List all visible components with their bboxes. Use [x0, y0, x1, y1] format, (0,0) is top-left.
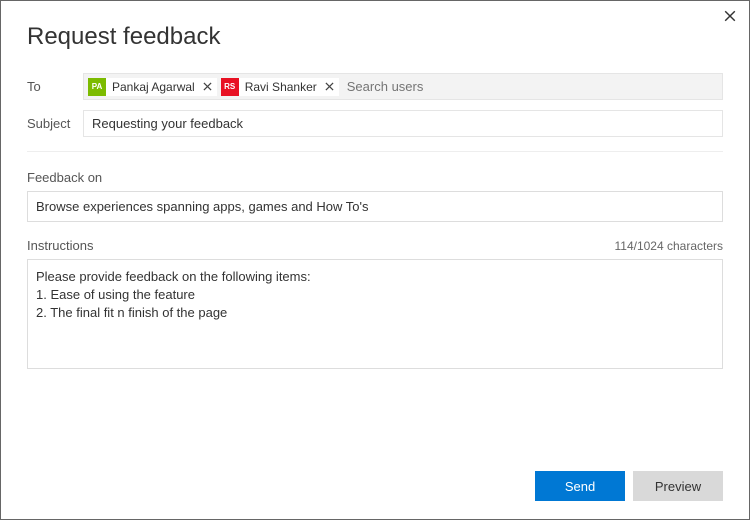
to-label: To	[27, 79, 83, 94]
user-chip: RS Ravi Shanker	[221, 78, 339, 96]
close-icon	[724, 10, 736, 22]
divider	[27, 151, 723, 152]
instructions-label: Instructions	[27, 238, 93, 253]
close-icon	[325, 82, 334, 91]
to-row: To PA Pankaj Agarwal RS Ravi Shanker	[27, 73, 723, 100]
feedback-on-label: Feedback on	[27, 170, 723, 185]
chip-name: Ravi Shanker	[243, 80, 319, 94]
close-icon	[203, 82, 212, 91]
request-feedback-dialog: Request feedback To PA Pankaj Agarwal RS…	[0, 0, 750, 520]
char-count: 114/1024 characters	[614, 239, 723, 253]
preview-button[interactable]: Preview	[633, 471, 723, 501]
remove-chip-button[interactable]	[201, 80, 215, 94]
close-button[interactable]	[721, 7, 739, 25]
subject-label: Subject	[27, 116, 83, 131]
to-field[interactable]: PA Pankaj Agarwal RS Ravi Shanker	[83, 73, 723, 100]
avatar: PA	[88, 78, 106, 96]
dialog-content: Request feedback To PA Pankaj Agarwal RS…	[1, 1, 749, 374]
subject-input[interactable]	[83, 110, 723, 137]
remove-chip-button[interactable]	[323, 80, 337, 94]
chip-name: Pankaj Agarwal	[110, 80, 197, 94]
subject-row: Subject	[27, 110, 723, 137]
avatar: RS	[221, 78, 239, 96]
instructions-textarea[interactable]	[27, 259, 723, 369]
dialog-footer: Send Preview	[535, 471, 723, 501]
dialog-title: Request feedback	[27, 23, 723, 51]
instructions-header: Instructions 114/1024 characters	[27, 238, 723, 253]
send-button[interactable]: Send	[535, 471, 625, 501]
user-chip: PA Pankaj Agarwal	[88, 78, 217, 96]
feedback-on-input[interactable]	[27, 191, 723, 222]
search-users-input[interactable]	[343, 77, 718, 96]
